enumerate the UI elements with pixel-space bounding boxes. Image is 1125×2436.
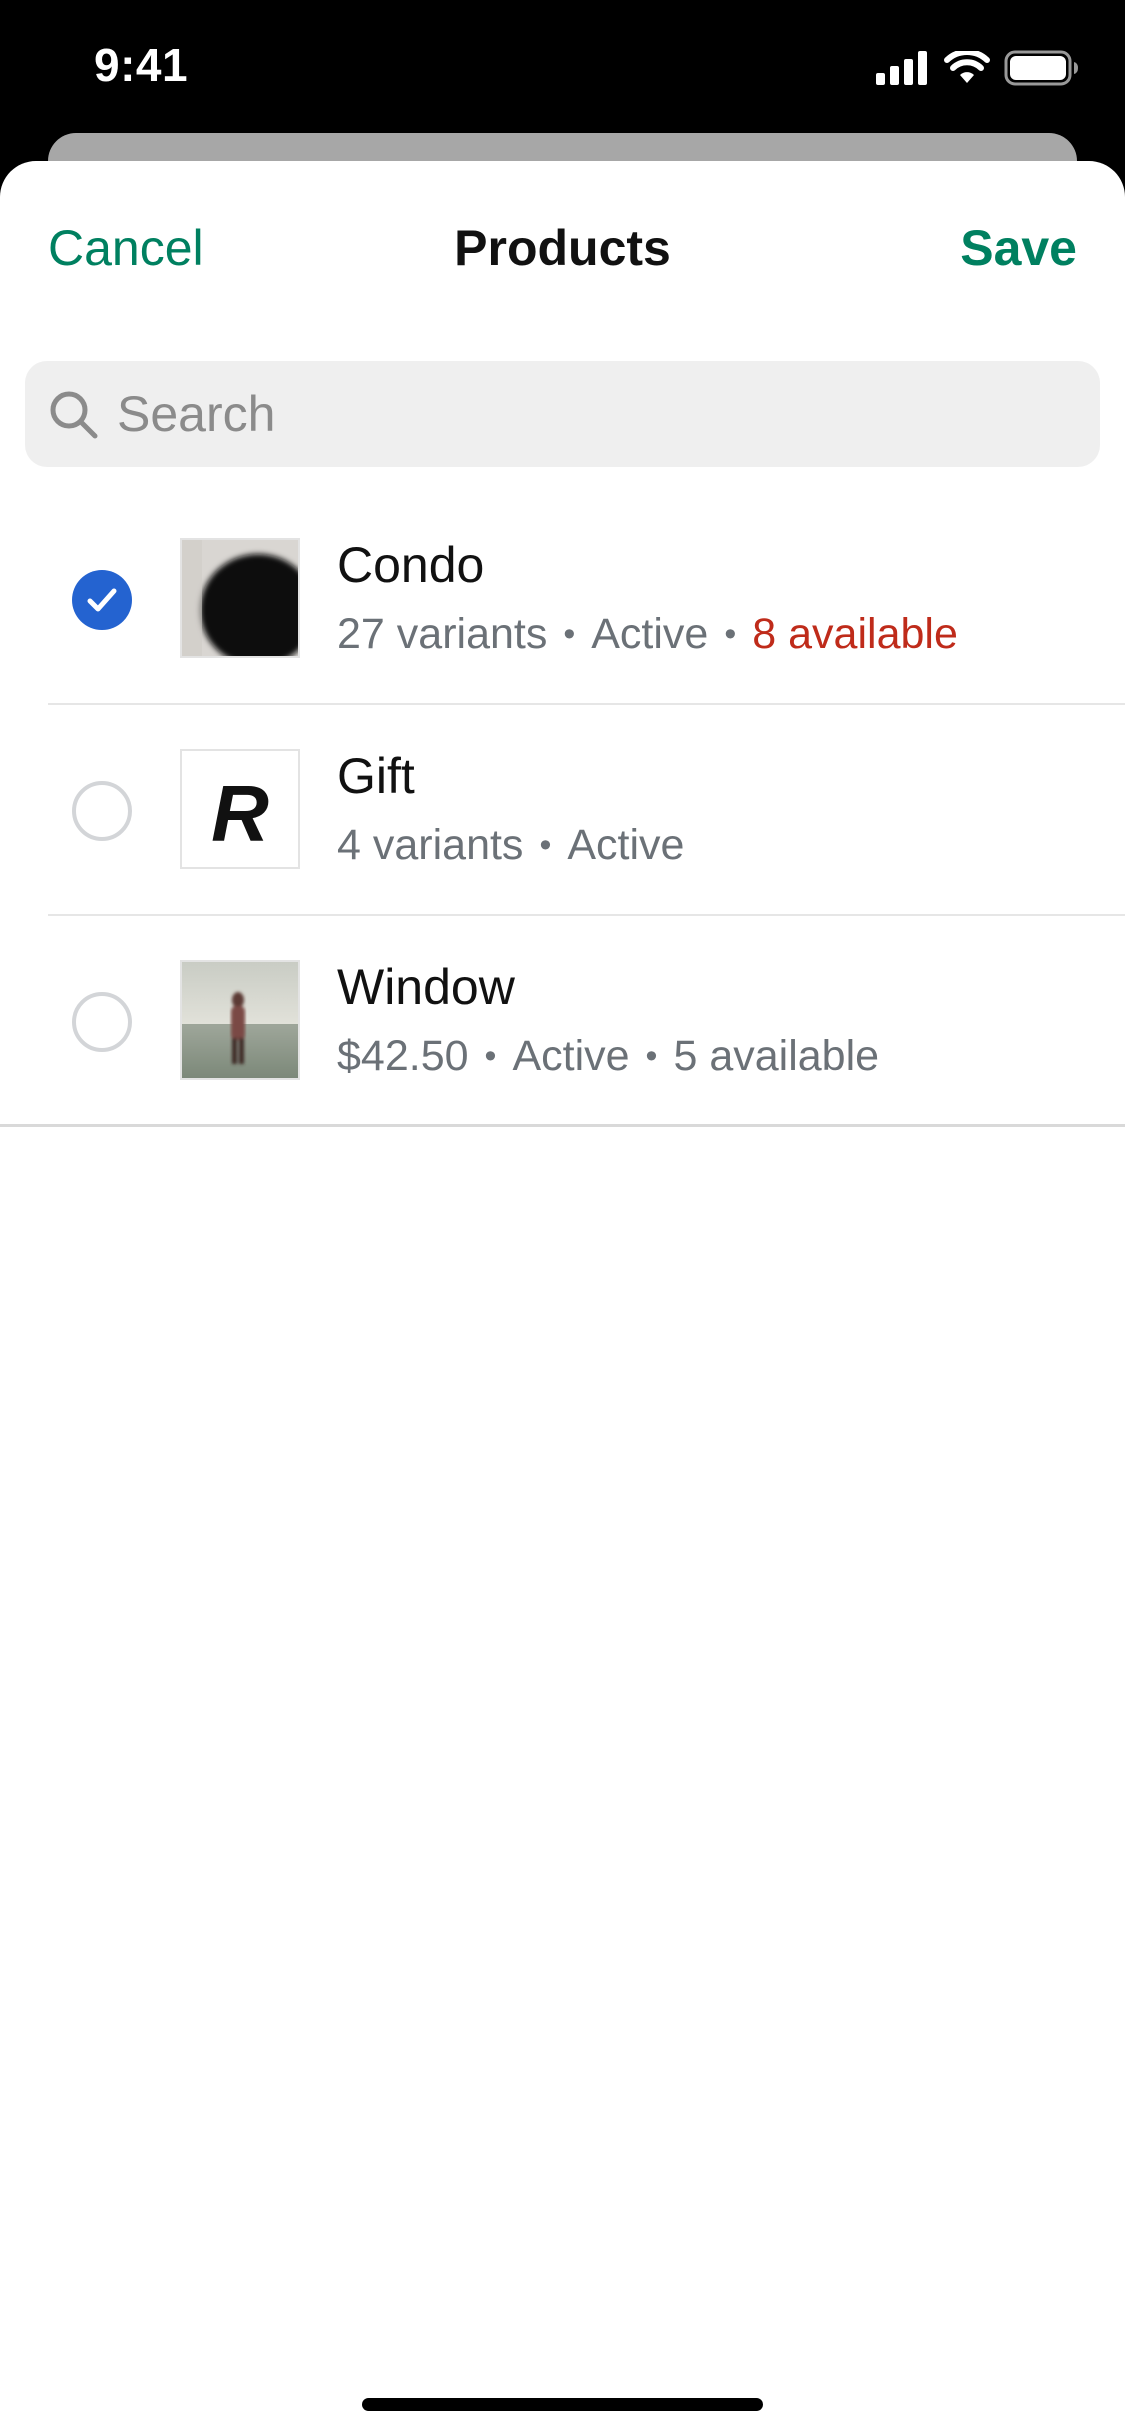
product-row-window[interactable]: Window $42.50 • Active • 5 available	[0, 916, 1125, 1127]
save-button[interactable]: Save	[960, 219, 1077, 277]
logo-letter: R	[211, 769, 269, 858]
product-thumbnail-photo	[180, 960, 300, 1080]
variant-count: 4 variants	[337, 821, 524, 869]
product-picker-sheet: Cancel Products Save Search Condo 27 var…	[0, 161, 1125, 2436]
product-meta: 27 variants • Active • 8 available	[337, 610, 958, 658]
price-text: $42.50	[337, 1032, 469, 1080]
checkmark-icon	[87, 588, 117, 612]
status-text: Active	[567, 821, 685, 869]
navigation-bar: Cancel Products Save	[0, 161, 1125, 331]
product-thumbnail-dark-blob	[180, 538, 300, 658]
product-row-gift[interactable]: R Gift 4 variants • Active	[0, 705, 1125, 916]
product-title: Condo	[337, 537, 485, 593]
wifi-icon	[944, 51, 990, 83]
status-bar: 9:41	[0, 0, 1125, 135]
battery-icon	[1004, 50, 1078, 86]
page-title: Products	[454, 220, 671, 276]
product-meta: $42.50 • Active • 5 available	[337, 1032, 880, 1080]
search-icon	[50, 391, 98, 439]
checkbox-unchecked[interactable]	[72, 992, 132, 1052]
status-icons	[876, 50, 1080, 86]
search-input[interactable]	[115, 384, 1079, 444]
product-title: Window	[337, 959, 515, 1015]
checkbox-unchecked[interactable]	[72, 781, 132, 841]
search-bar[interactable]	[25, 361, 1100, 467]
status-text: Active	[591, 610, 709, 658]
checkbox-checked[interactable]	[72, 570, 132, 630]
home-indicator	[362, 2398, 763, 2411]
status-time: 9:41	[94, 39, 189, 91]
product-row-condo[interactable]: Condo 27 variants • Active • 8 available	[0, 494, 1125, 705]
cellular-signal-icon	[876, 51, 927, 85]
product-thumbnail-letter-logo: R	[180, 749, 300, 869]
divider	[0, 1124, 1125, 1127]
product-meta: 4 variants • Active	[337, 821, 685, 869]
product-title: Gift	[337, 748, 415, 804]
status-text: Active	[512, 1032, 630, 1080]
availability-text: 5 available	[673, 1032, 880, 1080]
availability-text: 8 available	[752, 610, 958, 658]
variant-count: 27 variants	[337, 610, 548, 658]
product-list: Condo 27 variants • Active • 8 available R G…	[0, 494, 1125, 1127]
